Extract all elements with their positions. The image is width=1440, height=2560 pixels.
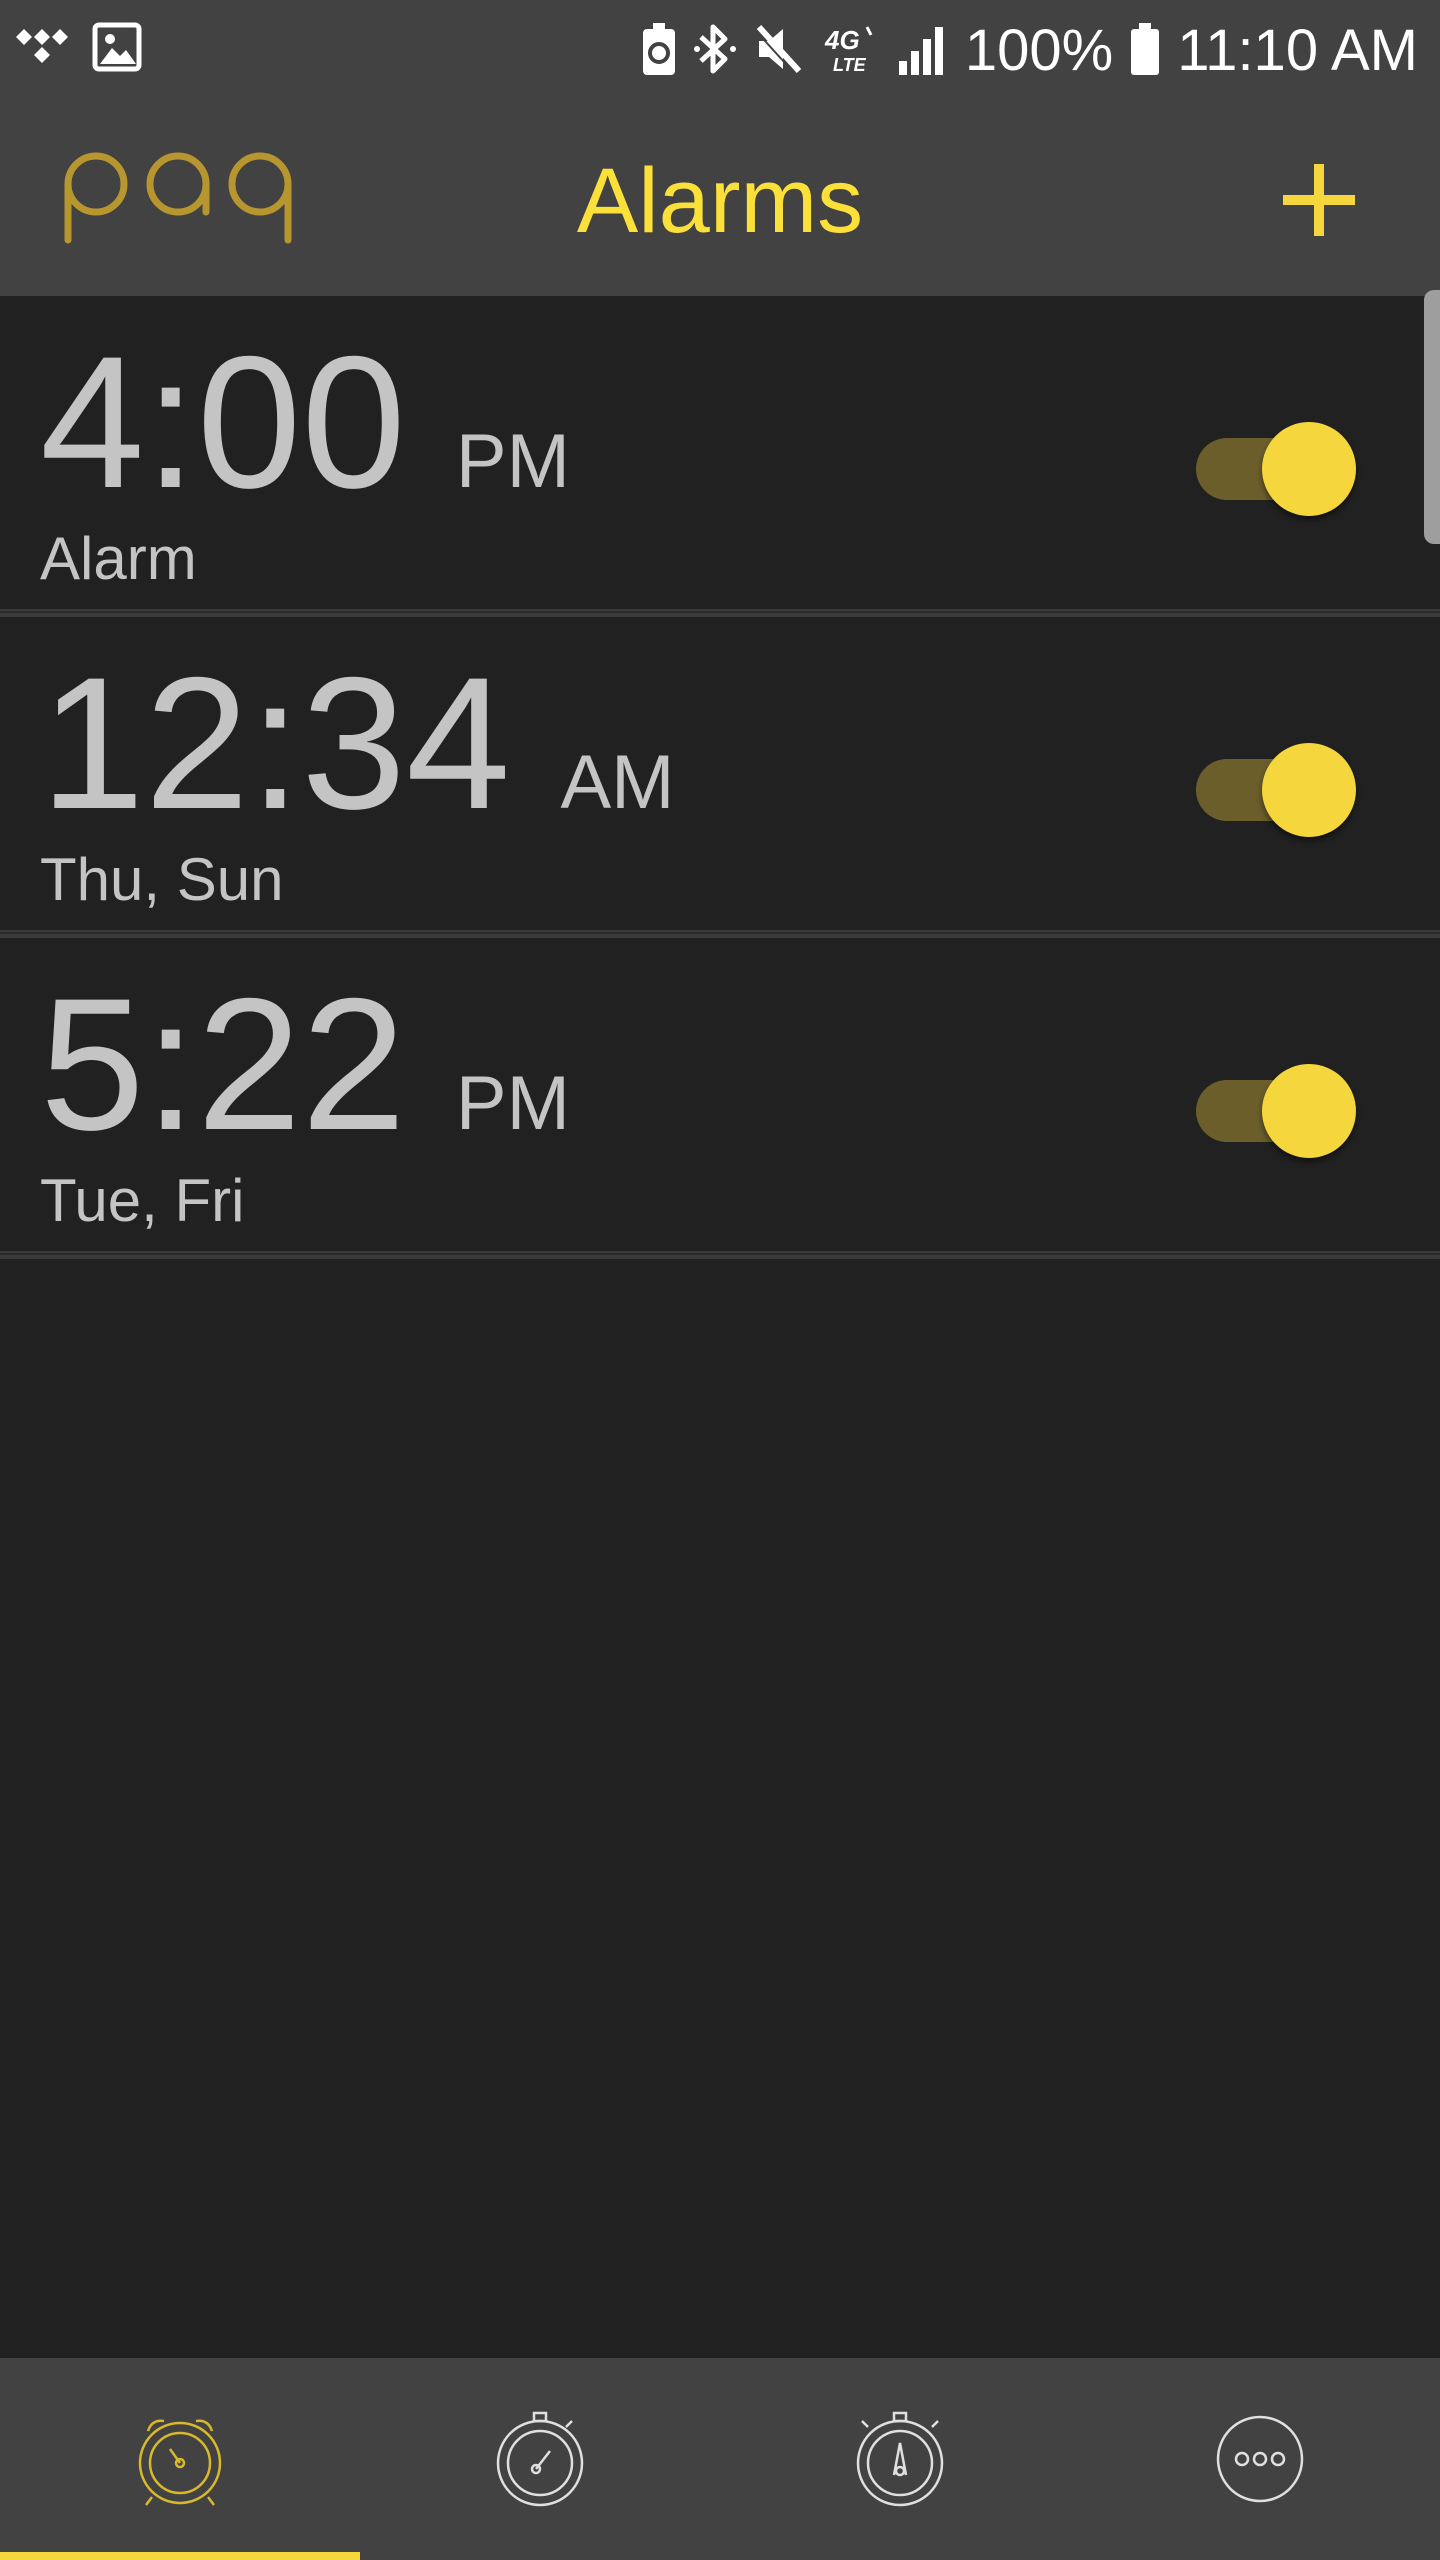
- active-tab-indicator: [0, 2552, 360, 2560]
- battery-icon: [1129, 21, 1161, 82]
- plus-icon: [1283, 164, 1355, 236]
- timer-icon: [496, 2411, 584, 2507]
- alarm-label: Alarm: [40, 525, 197, 592]
- toggle-thumb: [1262, 422, 1356, 516]
- alarm-ampm: AM: [560, 740, 675, 825]
- alarm-toggle[interactable]: [1196, 1064, 1356, 1158]
- alarm-time: 12:34 AM: [40, 643, 674, 843]
- toggle-thumb: [1262, 1064, 1356, 1158]
- alarm-item[interactable]: 5:22 PM Tue, Fri: [0, 938, 1440, 1259]
- stopwatch-icon: [856, 2411, 944, 2507]
- page-title: Alarms: [576, 150, 864, 252]
- bottom-nav: [0, 2358, 1440, 2560]
- alarm-toggle[interactable]: [1196, 422, 1356, 516]
- alarm-time: 5:22 PM: [40, 964, 570, 1164]
- alarm-clock-icon: [138, 2419, 222, 2506]
- alarm-list: 4:00 PM Alarm 12:34 AM Thu, Sun 5:22 PM …: [0, 296, 1440, 1259]
- status-left-icons: [14, 22, 142, 77]
- status-right-icons: 4G LTE 100% 11:10 AM: [641, 16, 1418, 86]
- tab-alarms[interactable]: [0, 2358, 360, 2560]
- alarm-time: 4:00 PM: [40, 322, 570, 522]
- alarm-toggle[interactable]: [1196, 743, 1356, 837]
- svg-text:LTE: LTE: [833, 55, 867, 75]
- mute-icon: [753, 21, 805, 82]
- app-bar: Alarms: [0, 100, 1440, 296]
- alarm-label: Thu, Sun: [40, 846, 284, 913]
- svg-text:4G: 4G: [824, 25, 860, 55]
- status-bar: 4G LTE 100% 11:10 AM: [0, 0, 1440, 100]
- alarm-time-digits: 12:34: [40, 638, 511, 848]
- alarm-time-digits: 5:22: [40, 959, 406, 1169]
- battery-percent: 100%: [964, 18, 1114, 83]
- bluetooth-icon: [693, 21, 737, 82]
- toggle-thumb: [1262, 743, 1356, 837]
- tab-more[interactable]: [1080, 2358, 1440, 2560]
- scroll-indicator[interactable]: [1424, 290, 1440, 544]
- alarm-item[interactable]: 4:00 PM Alarm: [0, 296, 1440, 617]
- image-icon: [92, 22, 142, 77]
- tab-stopwatch[interactable]: [720, 2358, 1080, 2560]
- alarm-label: Tue, Fri: [40, 1167, 245, 1234]
- signal-icon: [897, 21, 949, 82]
- alarm-item[interactable]: 12:34 AM Thu, Sun: [0, 617, 1440, 938]
- battery-saver-icon: [641, 21, 677, 82]
- tidal-icon: [14, 27, 70, 72]
- 4g-lte-icon: 4G LTE: [821, 21, 881, 82]
- status-clock: 11:10 AM: [1177, 18, 1418, 83]
- tab-timer[interactable]: [360, 2358, 720, 2560]
- more-icon: [1216, 2415, 1304, 2503]
- alarm-time-digits: 4:00: [40, 317, 406, 527]
- alarm-ampm: PM: [455, 1061, 570, 1146]
- add-alarm-button[interactable]: [1270, 150, 1370, 250]
- alarm-ampm: PM: [455, 419, 570, 504]
